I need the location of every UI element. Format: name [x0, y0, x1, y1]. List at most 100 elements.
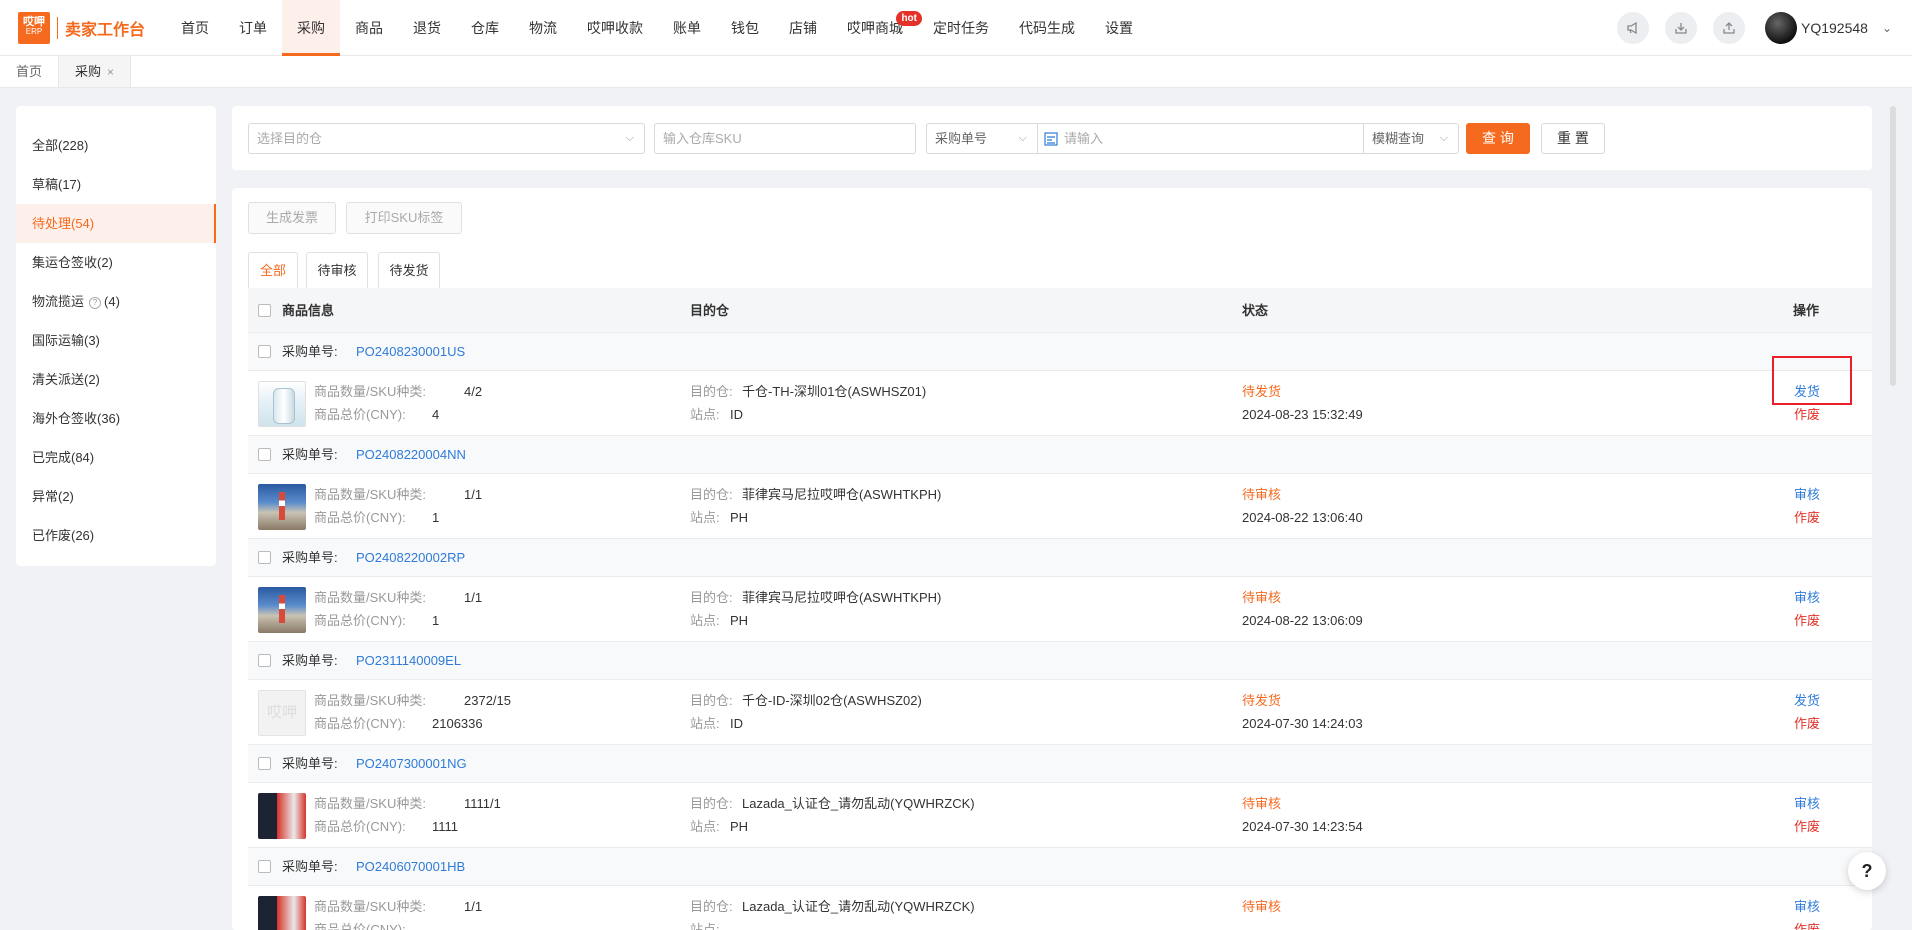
- po-number-link[interactable]: PO2408230001US: [356, 333, 465, 371]
- nav-item[interactable]: 哎呷收款: [572, 0, 658, 56]
- po-number-link[interactable]: PO2407300001NG: [356, 745, 467, 783]
- status-text: 待审核: [1242, 590, 1282, 605]
- void-action-link[interactable]: 作废: [1794, 406, 1820, 424]
- product-thumbnail[interactable]: 哎呷: [258, 690, 306, 736]
- status-time: 2024-07-30 14:23:54: [1242, 819, 1363, 834]
- order-checkbox[interactable]: [258, 448, 271, 461]
- match-mode-select[interactable]: 模糊查询 ⌵: [1363, 123, 1459, 154]
- warehouse-value: 菲律宾马尼拉哎呷仓(ASWHTKPH): [742, 487, 942, 502]
- top-nav: 哎呷 ERP 卖家工作台 首页 订单 采购 商品 退货 仓库 物流 哎呷收款 账单 钱包 店铺 哎呷商城…: [0, 0, 1912, 56]
- table-row: 商品数量/SKU种类: 4/2 商品总价(CNY): 4 目的仓: 千仓-TH-深圳01仓…: [248, 371, 1872, 436]
- qty-label: 商品数量/SKU种类:: [314, 590, 426, 605]
- search-type-select[interactable]: 采购单号 ⌵: [926, 123, 1038, 154]
- nav-item[interactable]: 哎呷商城 hot: [832, 0, 922, 56]
- sidebar-item[interactable]: 全部(228): [16, 126, 216, 165]
- nav-item[interactable]: 订单: [224, 0, 282, 56]
- warehouse-label: 目的仓:: [690, 693, 733, 708]
- nav-item[interactable]: 代码生成: [1004, 0, 1090, 56]
- nav-item-label: 采购: [297, 19, 325, 36]
- nav-item[interactable]: 店铺: [774, 0, 832, 56]
- logo-divider: [57, 16, 58, 39]
- reset-button[interactable]: 重 置: [1541, 123, 1605, 154]
- order-checkbox[interactable]: [258, 345, 271, 358]
- download-icon[interactable]: [1664, 12, 1697, 44]
- close-icon[interactable]: ×: [107, 65, 114, 79]
- nav-item[interactable]: 钱包: [716, 0, 774, 56]
- tab-purchase[interactable]: 采购 ×: [59, 56, 132, 87]
- sidebar-item[interactable]: 已完成(84): [16, 438, 216, 477]
- nav-item[interactable]: 定时任务: [918, 0, 1004, 56]
- product-thumbnail[interactable]: [258, 896, 306, 930]
- match-mode-value: 模糊查询: [1372, 131, 1425, 146]
- sidebar-item[interactable]: 异常(2): [16, 477, 216, 516]
- qty-label: 商品数量/SKU种类:: [314, 487, 426, 502]
- sku-input[interactable]: 输入仓库SKU: [654, 123, 916, 154]
- order-checkbox[interactable]: [258, 551, 271, 564]
- po-number-link[interactable]: PO2408220002RP: [356, 539, 465, 577]
- po-label: 采购单号:: [282, 447, 338, 462]
- primary-action-link[interactable]: 发货: [1794, 692, 1820, 710]
- order-checkbox[interactable]: [258, 654, 271, 667]
- sidebar-item[interactable]: 草稿(17): [16, 165, 216, 204]
- void-action-link[interactable]: 作废: [1794, 921, 1820, 930]
- brand-logo[interactable]: 哎呷 ERP 卖家工作台: [18, 11, 148, 44]
- primary-action-link[interactable]: 审核: [1794, 795, 1820, 813]
- sidebar-item[interactable]: 清关派送(2): [16, 360, 216, 399]
- po-number-link[interactable]: PO2406070001HB: [356, 848, 465, 886]
- status-text: 待审核: [1242, 796, 1282, 811]
- nav-item[interactable]: 账单: [658, 0, 716, 56]
- sidebar-item[interactable]: 国际运输(3): [16, 321, 216, 360]
- nav-item[interactable]: 首页: [166, 0, 224, 56]
- nav-item[interactable]: 商品: [340, 0, 398, 56]
- help-button[interactable]: ?: [1848, 852, 1886, 890]
- sidebar-item[interactable]: 集运仓签收(2): [16, 243, 216, 282]
- megaphone-icon[interactable]: [1616, 12, 1649, 44]
- sidebar-item-label: 集运仓签收(2): [32, 255, 113, 270]
- status-text: 待审核: [1242, 487, 1282, 502]
- chevron-down-icon[interactable]: ⌄: [1882, 21, 1892, 35]
- nav-item[interactable]: 设置: [1090, 0, 1148, 56]
- scrollbar[interactable]: [1890, 106, 1896, 386]
- po-number-link[interactable]: PO2311140009EL: [356, 642, 461, 680]
- sidebar-item[interactable]: 物流揽运? (4): [16, 282, 216, 321]
- order-group: 采购单号: PO2407300001NG 商品数量/SKU种类: 1111/1 商品总价…: [248, 745, 1872, 848]
- nav-item[interactable]: 仓库: [456, 0, 514, 56]
- void-action-link[interactable]: 作废: [1794, 612, 1820, 630]
- void-action-link[interactable]: 作废: [1794, 509, 1820, 527]
- sidebar-item[interactable]: 已作废(26): [16, 516, 216, 555]
- order-checkbox[interactable]: [258, 860, 271, 873]
- primary-action-link[interactable]: 审核: [1794, 898, 1820, 916]
- chevron-down-icon: ⌵: [625, 132, 634, 144]
- sidebar-item[interactable]: 海外仓签收(36): [16, 399, 216, 438]
- warehouse-label: 目的仓:: [690, 590, 733, 605]
- nav-item-label: 订单: [239, 19, 267, 36]
- po-number-link[interactable]: PO2408220004NN: [356, 436, 466, 474]
- product-thumbnail[interactable]: [258, 484, 306, 530]
- primary-action-link[interactable]: 审核: [1794, 589, 1820, 607]
- warehouse-select[interactable]: 选择目的仓 ⌵: [248, 123, 645, 154]
- column-status: 状态: [1242, 303, 1269, 318]
- tab-all[interactable]: 全部: [248, 252, 298, 288]
- tab-pending-shipment[interactable]: 待发货: [378, 252, 440, 288]
- nav-item[interactable]: 物流: [514, 0, 572, 56]
- primary-action-link[interactable]: 审核: [1794, 486, 1820, 504]
- void-action-link[interactable]: 作废: [1794, 818, 1820, 836]
- upload-icon[interactable]: [1712, 12, 1745, 44]
- tab-home[interactable]: 首页: [0, 56, 60, 87]
- generate-invoice-button[interactable]: 生成发票: [248, 202, 336, 234]
- product-thumbnail[interactable]: [258, 381, 306, 427]
- order-checkbox[interactable]: [258, 757, 271, 770]
- void-action-link[interactable]: 作废: [1794, 715, 1820, 733]
- product-thumbnail[interactable]: [258, 793, 306, 839]
- product-thumbnail[interactable]: [258, 587, 306, 633]
- query-button[interactable]: 查 询: [1466, 123, 1530, 154]
- sidebar-item[interactable]: 待处理(54): [16, 204, 216, 243]
- search-input[interactable]: 请输入: [1037, 123, 1364, 154]
- avatar[interactable]: [1764, 12, 1797, 44]
- username[interactable]: YQ192548: [1801, 20, 1868, 36]
- select-all-checkbox[interactable]: [258, 304, 271, 317]
- nav-item[interactable]: 采购: [282, 0, 340, 56]
- tab-pending-review[interactable]: 待审核: [306, 252, 368, 288]
- print-sku-label-button[interactable]: 打印SKU标签: [346, 202, 462, 234]
- nav-item[interactable]: 退货: [398, 0, 456, 56]
